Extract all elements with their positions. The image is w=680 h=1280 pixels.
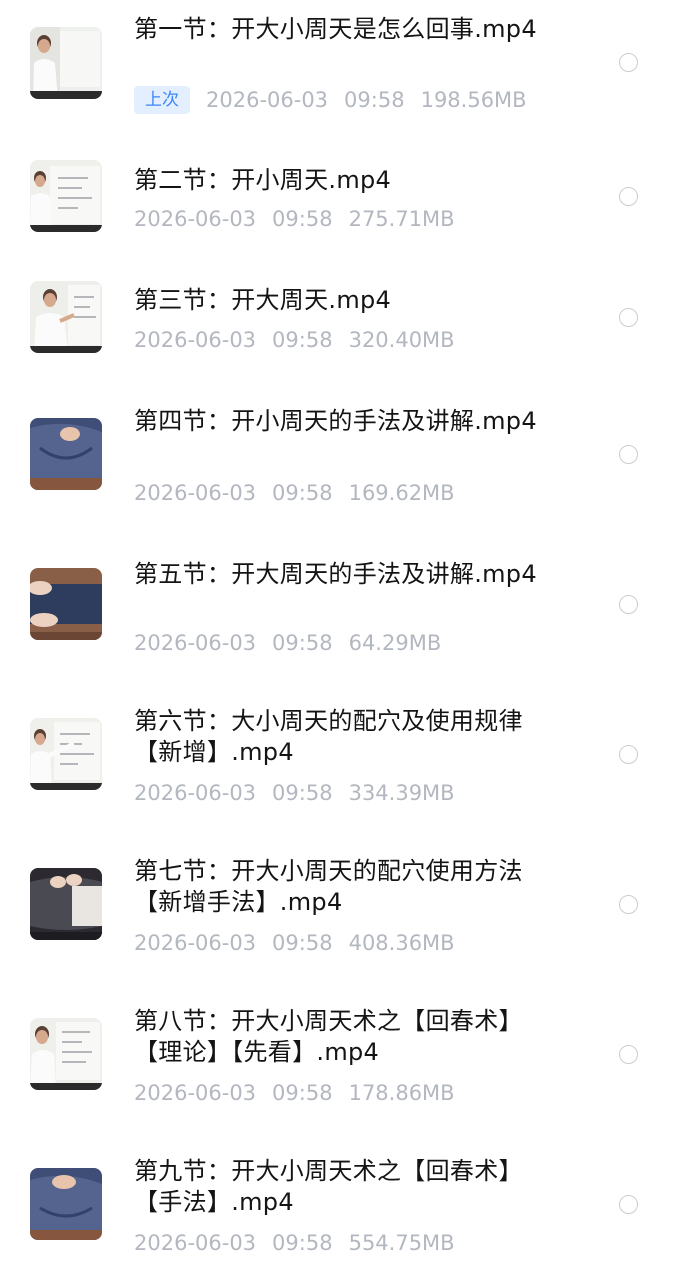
file-name: 第一节：开大小周天是怎么回事.mp4 — [134, 15, 537, 43]
video-thumbnail-whiteboard-lecture-icon — [30, 1018, 102, 1090]
file-size: 320.40MB — [348, 328, 455, 352]
select-radio[interactable] — [619, 1045, 638, 1064]
file-time: 09:58 — [272, 631, 333, 655]
file-date: 2026-06-03 — [134, 631, 257, 655]
file-name: 第六节：大小周天的配穴及使用规律【新增】.mp4 — [134, 707, 523, 766]
file-row[interactable]: 第三节：开大周天.mp4 2026-06-03 09:58 320.40MB — [0, 280, 680, 420]
file-meta: 2026-06-03 09:58 178.86MB — [134, 1079, 471, 1107]
file-meta: 上次 2026-06-03 09:58 198.56MB — [134, 86, 543, 114]
file-meta: 2026-06-03 09:58 554.75MB — [134, 1229, 471, 1257]
select-radio[interactable] — [619, 187, 638, 206]
video-thumbnail-whiteboard-lecture-icon — [30, 281, 102, 353]
file-size: 334.39MB — [348, 781, 455, 805]
file-row[interactable]: 第二节：开小周天.mp4 2026-06-03 09:58 275.71MB — [0, 140, 680, 280]
file-time: 09:58 — [272, 328, 333, 352]
file-row[interactable]: 第四节：开小周天的手法及讲解.mp4 2026-06-03 09:58 169.… — [0, 407, 680, 560]
file-name: 第三节：开大周天.mp4 — [134, 286, 392, 314]
select-radio[interactable] — [619, 1195, 638, 1214]
file-name: 第四节：开小周天的手法及讲解.mp4 — [134, 407, 537, 435]
file-time: 09:58 — [272, 1231, 333, 1255]
file-row[interactable]: 第一节：开大小周天是怎么回事.mp4 上次 2026-06-03 09:58 1… — [0, 0, 680, 140]
file-time: 09:58 — [272, 207, 333, 231]
file-date: 2026-06-03 — [134, 1081, 257, 1105]
file-size: 198.56MB — [420, 88, 527, 112]
file-time: 09:58 — [272, 1081, 333, 1105]
file-time: 09:58 — [344, 88, 405, 112]
select-radio[interactable] — [619, 745, 638, 764]
video-thumbnail-massage-icon — [30, 1168, 102, 1240]
file-row[interactable]: 第六节：大小周天的配穴及使用规律【新增】.mp4 2026-06-03 09:5… — [0, 700, 680, 840]
file-date: 2026-06-03 — [206, 88, 329, 112]
file-name: 第五节：开大周天的手法及讲解.mp4 — [134, 560, 537, 588]
file-row[interactable]: 第九节：开大小周天术之【回春术】【手法】.mp4 2026-06-03 09:5… — [0, 1120, 680, 1260]
file-name: 第八节：开大小周天术之【回春术】【理论】【先看】.mp4 — [134, 1007, 523, 1066]
file-date: 2026-06-03 — [134, 481, 257, 505]
select-radio[interactable] — [619, 308, 638, 327]
file-name: 第二节：开小周天.mp4 — [134, 166, 392, 194]
file-name: 第九节：开大小周天术之【回春术】【手法】.mp4 — [134, 1157, 523, 1216]
file-size: 554.75MB — [348, 1231, 455, 1255]
file-date: 2026-06-03 — [134, 931, 257, 955]
video-thumbnail-whiteboard-lecture-icon — [30, 160, 102, 232]
select-radio[interactable] — [619, 53, 638, 72]
file-meta: 2026-06-03 09:58 64.29MB — [134, 629, 457, 657]
file-time: 09:58 — [272, 781, 333, 805]
file-row[interactable]: 第七节：开大小周天的配穴使用方法【新增手法】.mp4 2026-06-03 09… — [0, 840, 680, 980]
file-size: 64.29MB — [348, 631, 442, 655]
file-meta: 2026-06-03 09:58 334.39MB — [134, 779, 471, 807]
file-row[interactable]: 第五节：开大周天的手法及讲解.mp4 2026-06-03 09:58 64.2… — [0, 560, 680, 700]
file-row[interactable]: 第八节：开大小周天术之【回春术】【理论】【先看】.mp4 2026-06-03 … — [0, 980, 680, 1120]
select-radio[interactable] — [619, 895, 638, 914]
file-size: 408.36MB — [348, 931, 455, 955]
file-meta: 2026-06-03 09:58 275.71MB — [134, 205, 471, 233]
file-size: 178.86MB — [348, 1081, 455, 1105]
select-radio[interactable] — [619, 445, 638, 464]
last-viewed-badge: 上次 — [134, 86, 190, 114]
file-date: 2026-06-03 — [134, 207, 257, 231]
select-radio[interactable] — [619, 595, 638, 614]
video-thumbnail-whiteboard-lecture-icon — [30, 718, 102, 790]
file-meta: 2026-06-03 09:58 169.62MB — [134, 479, 471, 507]
file-size: 275.71MB — [348, 207, 455, 231]
file-date: 2026-06-03 — [134, 1231, 257, 1255]
file-size: 169.62MB — [348, 481, 455, 505]
video-thumbnail-massage-legs-icon — [30, 568, 102, 640]
file-meta: 2026-06-03 09:58 408.36MB — [134, 929, 471, 957]
file-time: 09:58 — [272, 931, 333, 955]
file-date: 2026-06-03 — [134, 328, 257, 352]
file-date: 2026-06-03 — [134, 781, 257, 805]
video-thumbnail-massage-icon — [30, 418, 102, 490]
video-thumbnail-whiteboard-lecture-icon — [30, 27, 102, 99]
file-time: 09:58 — [272, 481, 333, 505]
file-list: 第一节：开大小周天是怎么回事.mp4 上次 2026-06-03 09:58 1… — [0, 0, 680, 1280]
file-name: 第七节：开大小周天的配穴使用方法【新增手法】.mp4 — [134, 857, 523, 916]
file-meta: 2026-06-03 09:58 320.40MB — [134, 326, 471, 354]
video-thumbnail-massage-back-icon — [30, 868, 102, 940]
